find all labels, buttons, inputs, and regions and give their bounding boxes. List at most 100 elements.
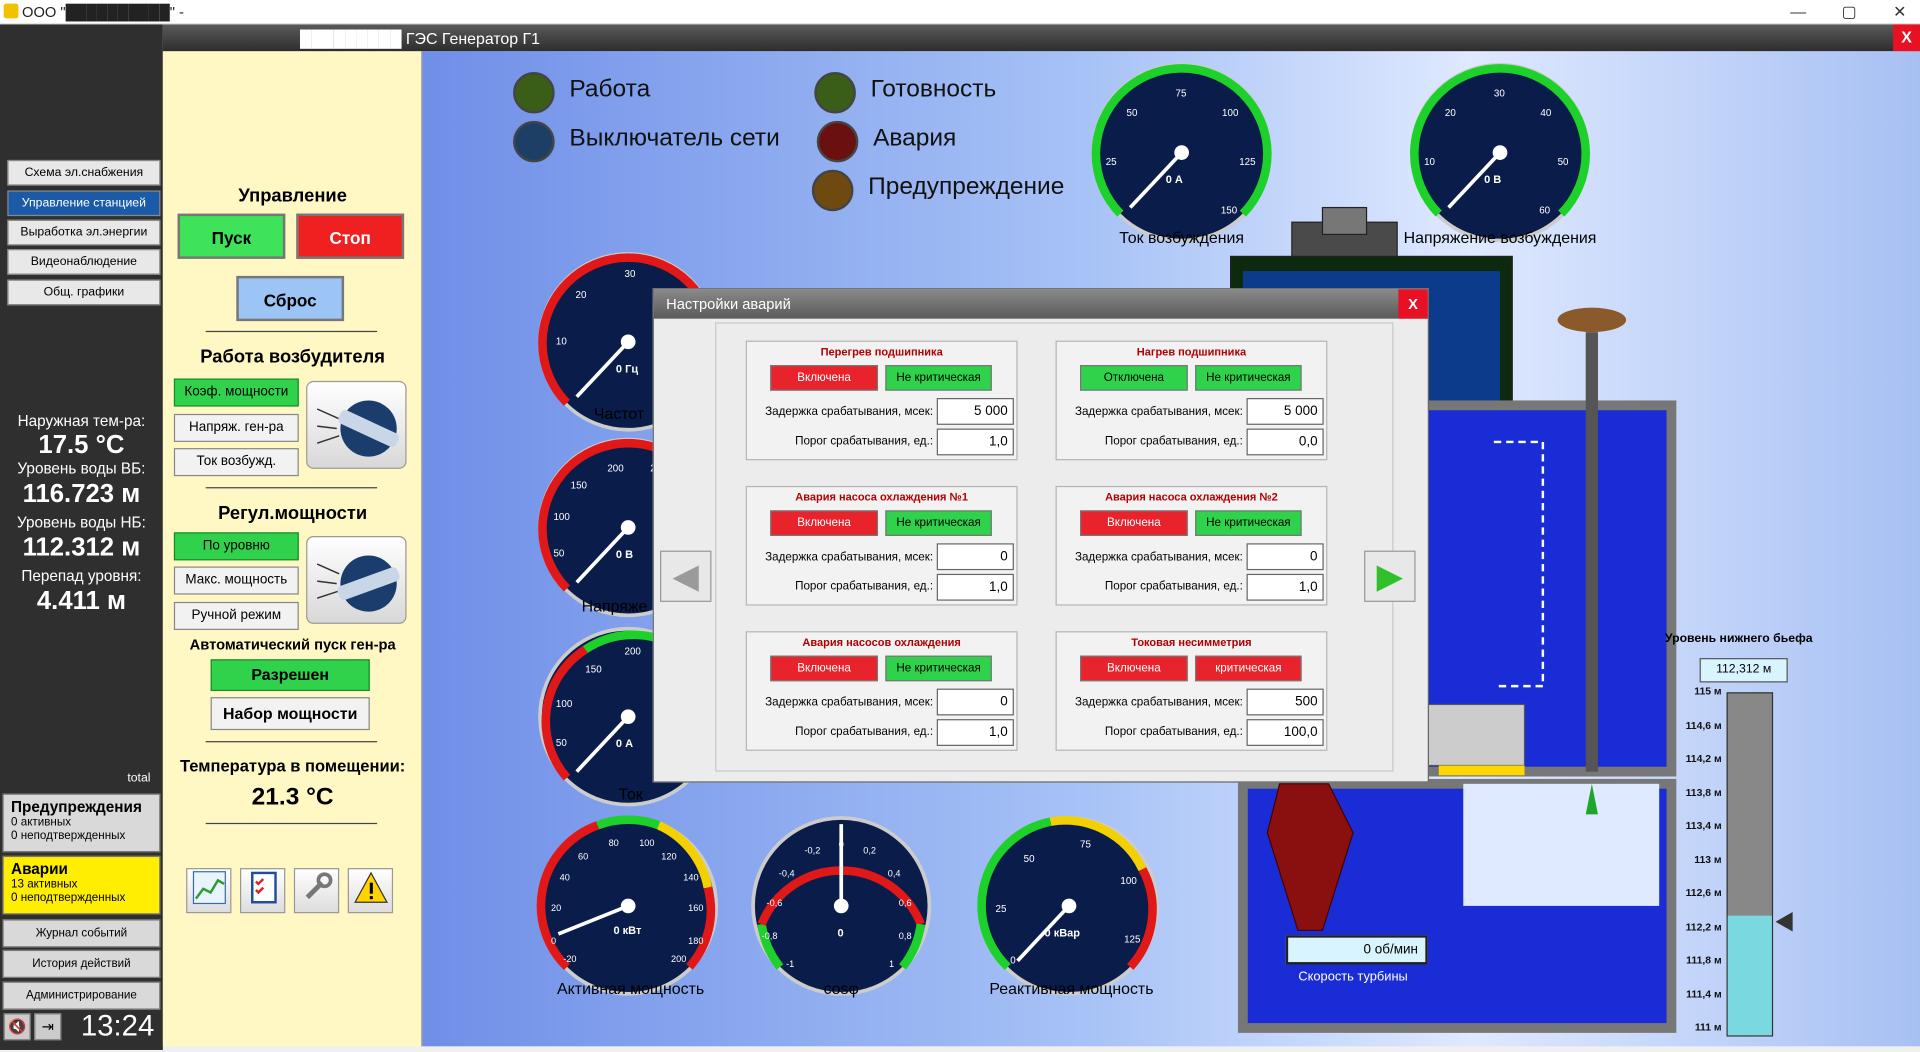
scale-tick-label: 112,6 м xyxy=(1685,886,1722,899)
event-log-button[interactable]: Журнал событий xyxy=(2,919,161,948)
chart-icon[interactable] xyxy=(186,868,232,914)
alarm-criticality-button[interactable]: Не критическая xyxy=(885,655,992,682)
tick-label: 0,6 xyxy=(898,897,912,909)
threshold-input[interactable]: 1,0 xyxy=(936,428,1014,456)
delay-input[interactable]: 500 xyxy=(1246,688,1324,716)
stop-button[interactable]: Стоп xyxy=(296,213,405,259)
alarms-title: Аварии xyxy=(11,860,68,878)
gauge-value: 0 Гц xyxy=(615,362,639,375)
downstream-level-value: 112.312 м xyxy=(22,533,141,562)
set-power-button[interactable]: Набор мощности xyxy=(210,697,370,731)
threshold-input[interactable]: 1,0 xyxy=(1246,573,1324,601)
start-button[interactable]: Пуск xyxy=(177,213,286,259)
nav-item-power-scheme[interactable]: Схема эл.снабжения xyxy=(7,159,161,186)
alarm-state-button[interactable]: Отключена xyxy=(1080,365,1188,391)
alarm-card-title: Токовая несимметрия xyxy=(1131,636,1252,649)
scale-tick-label: 113,4 м xyxy=(1685,819,1722,832)
nav-item-charts[interactable]: Общ. графики xyxy=(7,279,161,306)
next-page-arrow-icon[interactable]: ▶ xyxy=(1364,550,1416,602)
alarm-card-title: Авария насоса охлаждения №2 xyxy=(1105,490,1278,504)
exciter-mode-current[interactable]: Ток возбужд. xyxy=(173,448,299,477)
tick-label: -0,4 xyxy=(778,868,795,880)
alarm-criticality-button[interactable]: Не критическая xyxy=(1195,510,1302,536)
warnings-active: 0 активных xyxy=(11,815,72,829)
alarm-criticality-button[interactable]: критическая xyxy=(1195,655,1302,682)
app-close-button[interactable]: X xyxy=(1893,24,1920,52)
exciter-mode-voltage[interactable]: Напряж. ген-ра xyxy=(173,413,299,442)
outdoor-temp-value: 17.5 °С xyxy=(38,430,125,460)
mute-icon[interactable]: 🔇 xyxy=(3,1013,31,1041)
warnings-panel[interactable]: Предупреждения 0 активных 0 неподтвержде… xyxy=(2,793,161,853)
checklist-icon[interactable] xyxy=(240,868,286,914)
threshold-input[interactable]: 1,0 xyxy=(936,719,1014,746)
prev-page-arrow-icon[interactable]: ◀ xyxy=(660,550,712,602)
tick-label: 10 xyxy=(1424,156,1435,168)
alarm-state-button[interactable]: Включена xyxy=(770,655,878,682)
threshold-input[interactable]: 1,0 xyxy=(936,573,1014,601)
minimize-button[interactable]: — xyxy=(1790,2,1806,20)
alarm-state-button[interactable]: Включена xyxy=(1080,655,1188,682)
dialog-close-button[interactable]: X xyxy=(1398,289,1428,319)
power-mode-max[interactable]: Макс. мощность xyxy=(173,566,299,595)
level-diff-label: Перепад уровня: xyxy=(21,567,142,585)
tick-label: 150 xyxy=(570,479,587,491)
gauge-excitation-voltage-label: Напряжение возбуждения xyxy=(1403,228,1597,247)
nav-item-station-control[interactable]: Управление станцией xyxy=(7,190,161,217)
lamp-icon xyxy=(513,72,555,114)
reset-button[interactable]: Сброс xyxy=(236,275,345,322)
nav-item-energy-output[interactable]: Выработка эл.энергии xyxy=(7,219,161,246)
delay-input[interactable]: 0 xyxy=(936,688,1014,716)
threshold-input[interactable]: 0,0 xyxy=(1246,428,1324,456)
delay-input[interactable]: 0 xyxy=(1246,543,1324,571)
nav-item-video[interactable]: Видеонаблюдение xyxy=(7,249,161,275)
close-window-button[interactable]: ✕ xyxy=(1893,2,1906,22)
alarms-panel[interactable]: Аварии 13 активных 0 неподтвержденных xyxy=(2,855,161,915)
outdoor-temp-label: Наружная тем-ра: xyxy=(17,412,146,430)
power-mode-level[interactable]: По уровню xyxy=(173,532,299,561)
power-mode-manual[interactable]: Ручной режим xyxy=(173,601,299,630)
delay-input[interactable]: 5 000 xyxy=(936,398,1014,425)
tick-label: 200 xyxy=(671,953,687,965)
indicator-running: Работа xyxy=(513,72,650,114)
alarm-state-button[interactable]: Включена xyxy=(770,510,878,536)
indicator-ready-label: Готовность xyxy=(870,75,997,103)
threshold-input[interactable]: 100,0 xyxy=(1246,719,1324,746)
alarm-criticality-button[interactable]: Не критическая xyxy=(885,365,992,391)
alarm-state-button[interactable]: Включена xyxy=(770,365,878,391)
exciter-selector-knob[interactable] xyxy=(306,380,407,469)
lamp-icon xyxy=(513,120,555,163)
gauge-value: 0 В xyxy=(615,548,634,561)
downstream-level-label: Уровень воды НБ: xyxy=(16,513,146,532)
exit-icon[interactable]: ⇥ xyxy=(34,1013,62,1041)
tailwater-value: 112,312 м xyxy=(1699,658,1788,683)
gauge-cosphi-label: cosφ xyxy=(823,979,859,998)
alarms-unconfirmed: 0 неподтвержденных xyxy=(11,891,126,905)
wrench-icon[interactable] xyxy=(293,868,340,914)
tick-label: 80 xyxy=(608,837,619,849)
tick-label: 125 xyxy=(1239,156,1256,168)
gauge-frequency-label: Частот xyxy=(593,404,645,423)
power-selector-knob[interactable] xyxy=(306,535,407,624)
action-history-button[interactable]: История действий xyxy=(2,949,161,978)
autostart-allowed-button[interactable]: Разрешен xyxy=(210,659,370,692)
alarm-state-button[interactable]: Включена xyxy=(1080,510,1188,536)
gauge-excitation-current-label: Ток возбуждения xyxy=(1119,228,1245,247)
scale-tick-label: 115 м xyxy=(1694,684,1722,698)
clock: 13:24 xyxy=(80,1009,155,1043)
delay-input[interactable]: 0 xyxy=(936,543,1014,571)
tick-label: 0 xyxy=(551,935,557,947)
delay-label: Задержка срабатывания, мсек: xyxy=(1074,695,1243,710)
administration-button[interactable]: Администрирование xyxy=(2,981,161,1010)
alarm-card: Перегрев подшипника Включена Не критическа… xyxy=(745,340,1018,461)
maximize-button[interactable]: ▢ xyxy=(1842,2,1857,22)
alarm-criticality-button[interactable]: Не критическая xyxy=(885,510,992,536)
exciter-mode-pf[interactable]: Коэф. мощности xyxy=(173,378,299,407)
tick-label: 125 xyxy=(1124,933,1141,945)
delay-label: Задержка срабатывания, мсек: xyxy=(765,695,934,710)
tick-label: -0,8 xyxy=(761,930,778,942)
delay-input[interactable]: 5 000 xyxy=(1246,398,1324,425)
tick-label: 150 xyxy=(585,664,602,676)
exciter-heading: Работа возбудителя xyxy=(200,346,386,368)
alarm-criticality-button[interactable]: Не критическая xyxy=(1195,365,1302,391)
warning-icon[interactable] xyxy=(347,868,394,914)
